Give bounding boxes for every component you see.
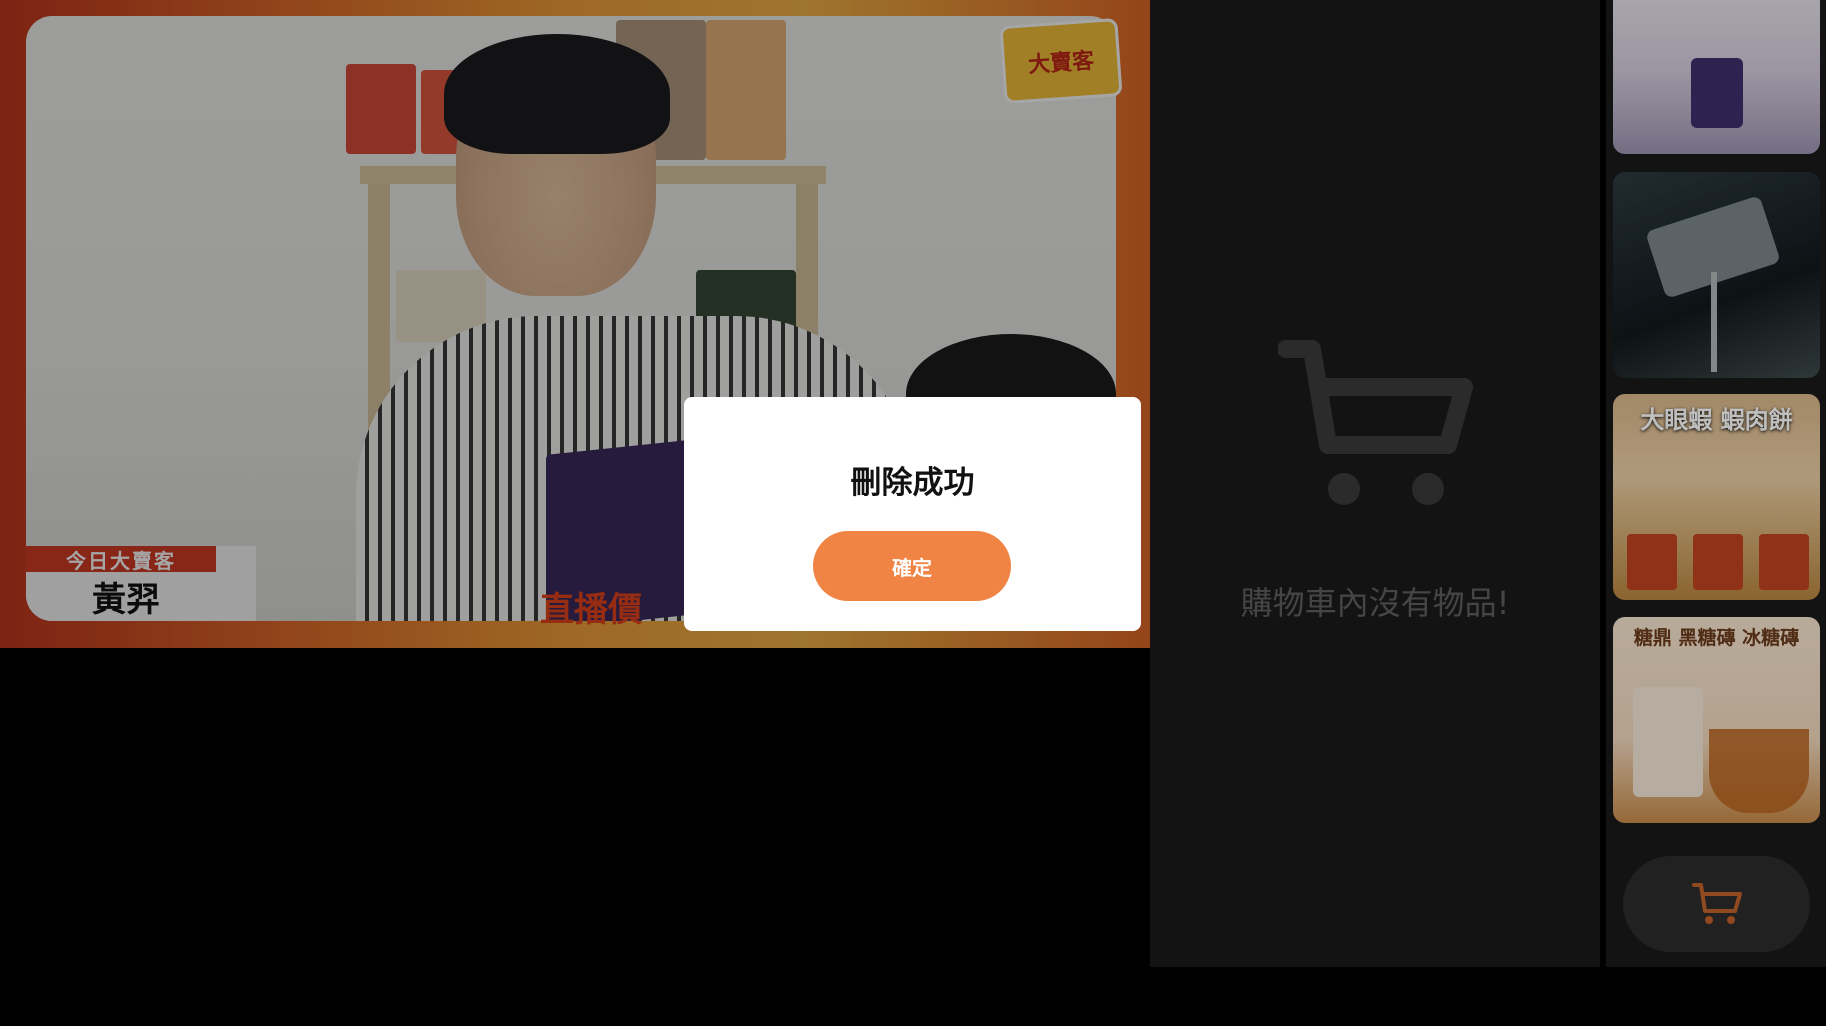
success-dialog: 刪除成功 確定 <box>684 397 1141 631</box>
modal-backdrop <box>1150 0 1826 967</box>
confirm-button[interactable]: 確定 <box>813 531 1011 601</box>
dialog-title: 刪除成功 <box>850 465 975 501</box>
